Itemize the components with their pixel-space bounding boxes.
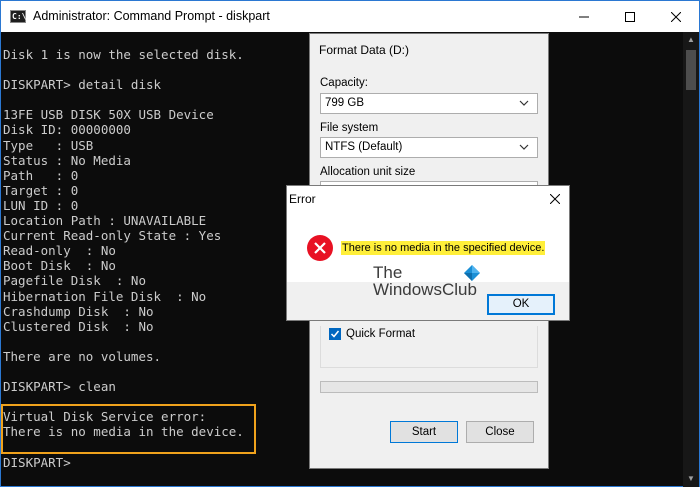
quick-format-label: Quick Format [346, 328, 416, 340]
filesystem-select[interactable]: NTFS (Default) [320, 137, 538, 158]
ok-button[interactable]: OK [487, 294, 555, 315]
close-button[interactable]: Close [466, 421, 534, 443]
minimize-icon [579, 16, 589, 17]
app-icon-glyph: C:\ [12, 12, 27, 21]
format-progress-bar [320, 381, 538, 393]
quick-format-checkbox[interactable]: Quick Format [329, 328, 415, 340]
error-message: There is no media in the specified devic… [341, 241, 546, 255]
format-dialog-title: Format Data (D:) [319, 43, 410, 57]
console-scrollbar[interactable]: ▲ ▼ [683, 32, 699, 487]
command-prompt-app-icon[interactable]: C:\ [10, 10, 26, 23]
scroll-thumb[interactable] [686, 50, 696, 90]
maximize-button[interactable] [607, 1, 653, 32]
watermark: The WindowsClub [373, 264, 483, 304]
filesystem-label: File system [320, 122, 379, 134]
close-window-button[interactable] [653, 1, 699, 32]
start-button[interactable]: Start [390, 421, 458, 443]
capacity-select[interactable]: 799 GB [320, 93, 538, 114]
title-bar[interactable]: C:\ Administrator: Command Prompt - disk… [1, 1, 699, 32]
error-icon [307, 235, 333, 261]
scroll-down-icon[interactable]: ▼ [683, 471, 699, 487]
close-icon [671, 11, 681, 22]
scroll-up-icon[interactable]: ▲ [683, 32, 699, 48]
maximize-icon [625, 11, 635, 22]
allocation-unit-label: Allocation unit size [320, 166, 416, 178]
close-icon [550, 194, 560, 204]
error-dialog-title: Error [289, 192, 316, 206]
windows-logo-icon [464, 265, 480, 281]
watermark-line2: WindowsClub [373, 280, 477, 299]
chevron-down-icon [519, 144, 529, 150]
chevron-down-icon [519, 100, 529, 106]
capacity-value: 799 GB [325, 97, 364, 109]
filesystem-value: NTFS (Default) [325, 141, 403, 153]
minimize-button[interactable] [561, 1, 607, 32]
error-dialog-close-button[interactable] [542, 188, 568, 210]
error-highlight-box [1, 404, 256, 454]
capacity-label: Capacity: [320, 77, 368, 89]
window-title: Administrator: Command Prompt - diskpart [33, 9, 270, 23]
checkbox-checked-icon[interactable] [329, 328, 341, 340]
